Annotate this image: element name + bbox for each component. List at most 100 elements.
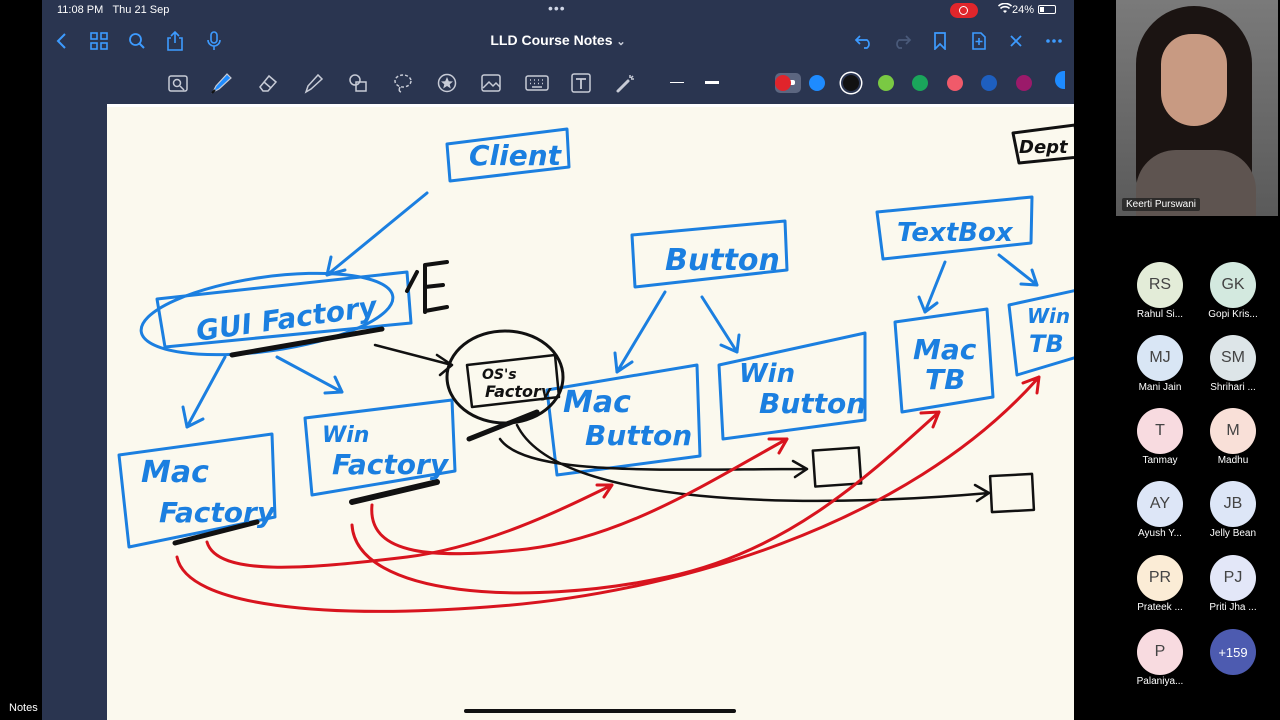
avatar: M xyxy=(1210,408,1256,454)
eraser-icon[interactable] xyxy=(255,70,281,96)
whiteboard-canvas[interactable]: Client GUI Factory Button TextBox Mac Fa… xyxy=(107,104,1074,720)
color-swatch-purple[interactable] xyxy=(1016,75,1032,91)
win-button-label-1: Win xyxy=(739,359,795,389)
speaker-face xyxy=(1161,34,1227,126)
lasso-zoom-icon[interactable] xyxy=(165,70,191,96)
status-time: 11:08 PM Thu 21 Sep xyxy=(57,4,170,16)
bookmark-icon[interactable] xyxy=(929,30,951,52)
button-label: Button xyxy=(665,243,780,278)
color-swatch-red[interactable] xyxy=(775,75,791,91)
button-to-mac-arrow xyxy=(613,290,667,374)
avatar: PJ xyxy=(1210,555,1256,601)
participant-name: Rahul Si... xyxy=(1136,309,1184,320)
participant-name: Ayush Y... xyxy=(1138,528,1182,539)
wifi-icon xyxy=(997,2,1013,17)
avatar: P xyxy=(1137,629,1183,675)
color-swatch-blue[interactable] xyxy=(809,75,825,91)
multitask-dots-icon[interactable]: ••• xyxy=(548,0,566,16)
mac-button-label-2: Button xyxy=(585,419,692,452)
avatar: PR xyxy=(1137,555,1183,601)
os-factory-label-1: OS's xyxy=(482,367,517,383)
button-to-win-arrow xyxy=(700,295,741,354)
participant-tile[interactable]: P Palaniya... xyxy=(1128,629,1192,689)
client-to-gui-arrow xyxy=(325,191,429,277)
gui-to-os-arrow xyxy=(373,343,454,377)
redo-icon[interactable] xyxy=(891,30,913,52)
color-swatch-black[interactable] xyxy=(843,75,859,91)
participant-tile[interactable]: MJ Mani Jain xyxy=(1128,335,1192,395)
chevron-down-icon: ⌄ xyxy=(616,36,626,48)
note-title: LLD Course Notes ⌄ xyxy=(42,32,1074,48)
participant-name: Madhu xyxy=(1217,455,1249,466)
participant-name: Priti Jha ... xyxy=(1209,602,1257,613)
shapes-icon[interactable] xyxy=(345,70,371,96)
lasso-icon[interactable] xyxy=(390,70,416,96)
back-icon[interactable] xyxy=(50,30,72,52)
participant-tile[interactable]: SM Shrihari ... xyxy=(1201,335,1265,395)
win-factory-label-1: Win xyxy=(322,423,369,448)
mac-tb-label-1: Mac xyxy=(913,333,977,366)
laser-pointer-icon[interactable] xyxy=(613,70,639,96)
dept-label: Dept xyxy=(1019,137,1069,158)
sticker-icon[interactable] xyxy=(434,70,460,96)
mic-icon[interactable] xyxy=(203,30,225,52)
participant-name: Shrihari ... xyxy=(1210,382,1256,393)
keyboard-icon[interactable] xyxy=(524,70,550,96)
app-label: Notes xyxy=(9,702,38,714)
mac-factory-box xyxy=(117,432,277,549)
color-swatch-green[interactable] xyxy=(912,75,928,91)
note-title-button[interactable]: LLD Course Notes ⌄ xyxy=(490,32,625,48)
grid-icon[interactable] xyxy=(88,30,110,52)
color-swatch-lime[interactable] xyxy=(878,75,894,91)
os-factory-label-2: Factory xyxy=(485,382,552,401)
add-page-icon[interactable] xyxy=(968,30,990,52)
notes-navbar: LLD Course Notes ⌄ xyxy=(42,22,1074,60)
mac-factory-label-1: Mac xyxy=(141,455,209,490)
textbox-to-mac-arrow xyxy=(917,260,947,314)
color-swatch-pink[interactable] xyxy=(947,75,963,91)
participant-name: Gopi Kris... xyxy=(1208,309,1258,320)
share-icon[interactable] xyxy=(164,30,186,52)
textbox-to-win-arrow xyxy=(997,253,1039,287)
more-icon[interactable] xyxy=(1043,30,1065,52)
placeholder-box-1 xyxy=(811,446,863,488)
highlighter-icon[interactable] xyxy=(300,70,326,96)
search-icon[interactable] xyxy=(126,30,148,52)
win-factory-label-2: Factory xyxy=(332,448,450,481)
medium-line-option[interactable] xyxy=(705,81,719,84)
mac-tb-label-2: TB xyxy=(925,363,965,396)
more-participants-button[interactable]: +159 xyxy=(1201,629,1265,689)
close-icon[interactable] xyxy=(1005,30,1027,52)
speaker-video: Keerti Purswani xyxy=(1116,0,1278,216)
participant-tile[interactable]: T Tanmay xyxy=(1128,408,1192,468)
mac-factory-label-2: Factory xyxy=(159,496,277,529)
participant-tile[interactable]: RS Rahul Si... xyxy=(1128,262,1192,322)
pen-icon[interactable] xyxy=(209,70,235,96)
participant-tile[interactable]: M Madhu xyxy=(1201,408,1265,468)
undo-icon[interactable] xyxy=(853,30,875,52)
image-icon[interactable] xyxy=(478,70,504,96)
speaker-name: Keerti Purswani xyxy=(1122,198,1201,211)
avatar: SM xyxy=(1210,335,1256,381)
gui-to-win-arrow xyxy=(275,355,344,395)
avatar: JB xyxy=(1210,481,1256,527)
participant-tile[interactable]: GK Gopi Kris... xyxy=(1201,262,1265,322)
thin-line-option[interactable] xyxy=(670,82,684,83)
participant-tile[interactable]: JB Jelly Bean xyxy=(1201,481,1265,541)
participant-tile[interactable]: AY Ayush Y... xyxy=(1128,481,1192,541)
avatar: RS xyxy=(1137,262,1183,308)
participant-name: Palaniya... xyxy=(1136,676,1184,687)
color-swatch-navy[interactable] xyxy=(981,75,997,91)
text-icon[interactable] xyxy=(568,70,594,96)
avatar: MJ xyxy=(1137,335,1183,381)
more-participants-count: +159 xyxy=(1210,629,1256,675)
whiteboard-drawing: Client GUI Factory Button TextBox Mac Fa… xyxy=(117,123,1074,613)
e-mark xyxy=(405,260,449,314)
participant-tile[interactable]: PR Prateek ... xyxy=(1128,555,1192,615)
participant-tile[interactable]: PJ Priti Jha ... xyxy=(1201,555,1265,615)
status-date: Thu 21 Sep xyxy=(112,4,170,16)
screen-record-icon xyxy=(950,3,978,18)
textbox-label: TextBox xyxy=(897,218,1014,248)
gui-factory-label: GUI Factory xyxy=(194,290,381,348)
home-indicator[interactable] xyxy=(464,709,736,713)
